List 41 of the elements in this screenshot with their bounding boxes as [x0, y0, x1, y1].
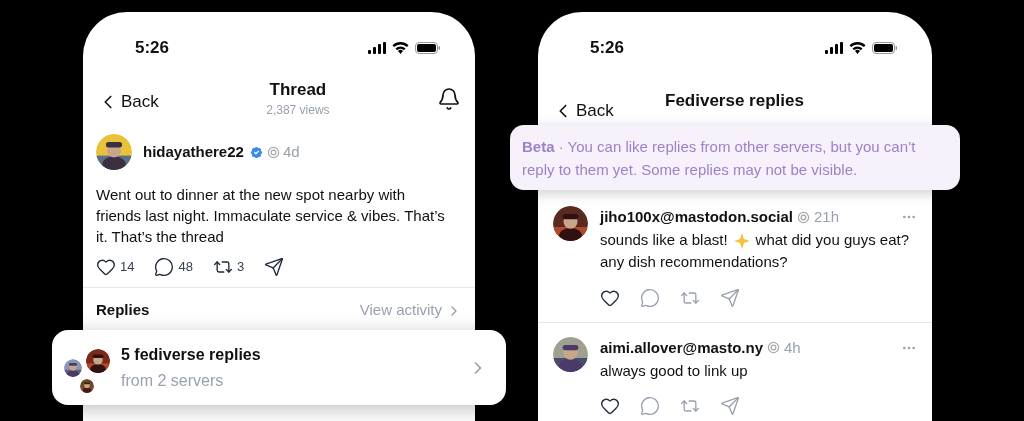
- back-button[interactable]: Back: [121, 89, 159, 115]
- heart-icon[interactable]: [600, 396, 620, 416]
- author-name[interactable]: jiho100x@mastodon.social: [600, 206, 793, 229]
- status-time: 5:26: [590, 37, 625, 60]
- reply-text: sounds like a blast!: [600, 230, 728, 251]
- author-name[interactable]: aimi.allover@masto.ny: [600, 336, 764, 359]
- signal-icon: [368, 42, 386, 54]
- replies-label: Replies: [96, 300, 150, 321]
- reply-time: 21h: [814, 207, 840, 227]
- fediverse-icon: [797, 210, 810, 224]
- battery-icon: [872, 42, 898, 54]
- wifi-icon: [392, 42, 409, 54]
- back-button[interactable]: Back: [576, 98, 614, 124]
- card-title: 5 fediverse replies: [121, 344, 262, 365]
- fediverse-icon: [767, 341, 781, 355]
- comment-icon[interactable]: [154, 257, 175, 277]
- reply-text: any dish recommendations?: [600, 252, 788, 273]
- card-subtitle: from 2 servers: [121, 370, 225, 391]
- action-count: 48: [178, 258, 193, 277]
- notifications-icon[interactable]: [437, 87, 461, 111]
- reply-time: 4h: [784, 337, 801, 358]
- reply-text: always good to link up: [600, 360, 748, 381]
- post-text: Went out to dinner at the new spot nearby with friends last night. Immaculate service & vibes. That’s it. That’s the thread: [96, 185, 446, 247]
- view-count: 2,387 views: [266, 102, 330, 119]
- screen-title: Fediverse replies: [665, 90, 804, 112]
- status-time: 5:26: [135, 37, 170, 60]
- heart-icon[interactable]: [96, 257, 116, 277]
- battery-icon: [415, 42, 441, 54]
- post-time: 4d: [282, 141, 300, 162]
- wifi-icon: [849, 42, 866, 54]
- screen-title: Thread: [269, 79, 327, 101]
- sparkle-icon: [733, 232, 750, 249]
- fediverse-replies-card[interactable]: 5 fediverse replies from 2 servers: [52, 330, 506, 405]
- action-count: 14: [120, 258, 135, 277]
- action-count: 3: [236, 258, 245, 277]
- fediverse-icon: [266, 145, 280, 159]
- author-name[interactable]: hidayathere22: [143, 140, 244, 164]
- beta-notice: Beta · You can like replies from other servers, but you can’t reply to them yet. Some replies may not be visible.: [522, 136, 917, 180]
- reply-text: what did you guys eat?: [755, 230, 909, 251]
- signal-icon: [825, 42, 843, 54]
- send-icon[interactable]: [264, 257, 285, 277]
